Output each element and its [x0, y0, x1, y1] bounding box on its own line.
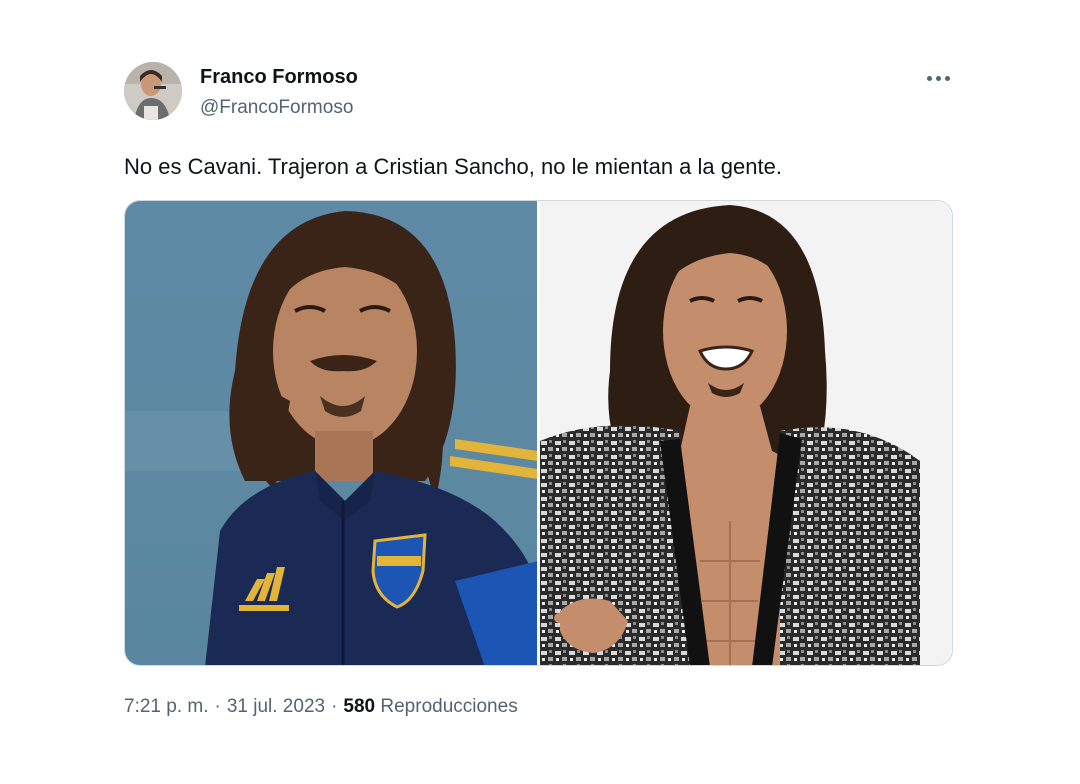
tweet-meta: 7:21 p. m. · 31 jul. 2023 · 580 Reproduccion…: [124, 696, 518, 718]
author-avatar[interactable]: [124, 62, 182, 120]
views-count: 580: [343, 696, 376, 717]
meta-separator: ·: [331, 696, 338, 717]
meta-separator: ·: [214, 696, 221, 717]
more-horizontal-icon: [926, 75, 932, 81]
photo-left[interactable]: [125, 201, 537, 665]
photo-right[interactable]: [540, 201, 952, 665]
tweet-media: [124, 200, 953, 666]
author-name[interactable]: Franco Formoso: [200, 66, 358, 89]
more-horizontal-icon: [935, 75, 941, 81]
tweet-date[interactable]: 31 jul. 2023: [227, 696, 325, 717]
author-handle[interactable]: @FrancoFormoso: [200, 97, 353, 119]
views-label: Reproducciones: [380, 696, 518, 717]
more-options-button[interactable]: [918, 64, 958, 92]
tweet-text: No es Cavani. Trajeron a Cristian Sancho…: [124, 154, 782, 179]
tweet-card: Franco Formoso @FrancoFormoso No es Cava…: [0, 0, 1080, 784]
tweet-time[interactable]: 7:21 p. m.: [124, 696, 209, 717]
more-horizontal-icon: [944, 75, 950, 81]
